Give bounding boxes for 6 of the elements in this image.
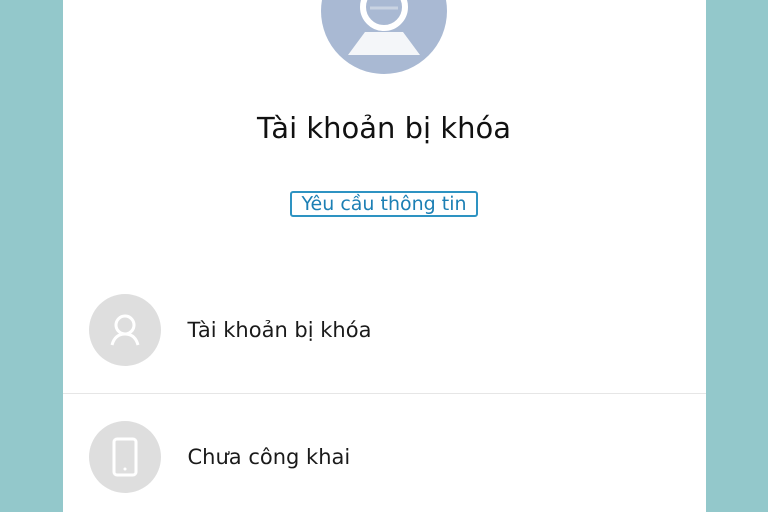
phone-icon (88, 421, 160, 493)
info-label: Chưa công khai (188, 445, 350, 469)
account-status-title: Tài khoản bị khóa (256, 110, 512, 146)
person-icon (88, 294, 160, 366)
info-label: Tài khoản bị khóa (188, 318, 372, 342)
request-info-button[interactable]: Yêu cầu thông tin (290, 191, 478, 217)
